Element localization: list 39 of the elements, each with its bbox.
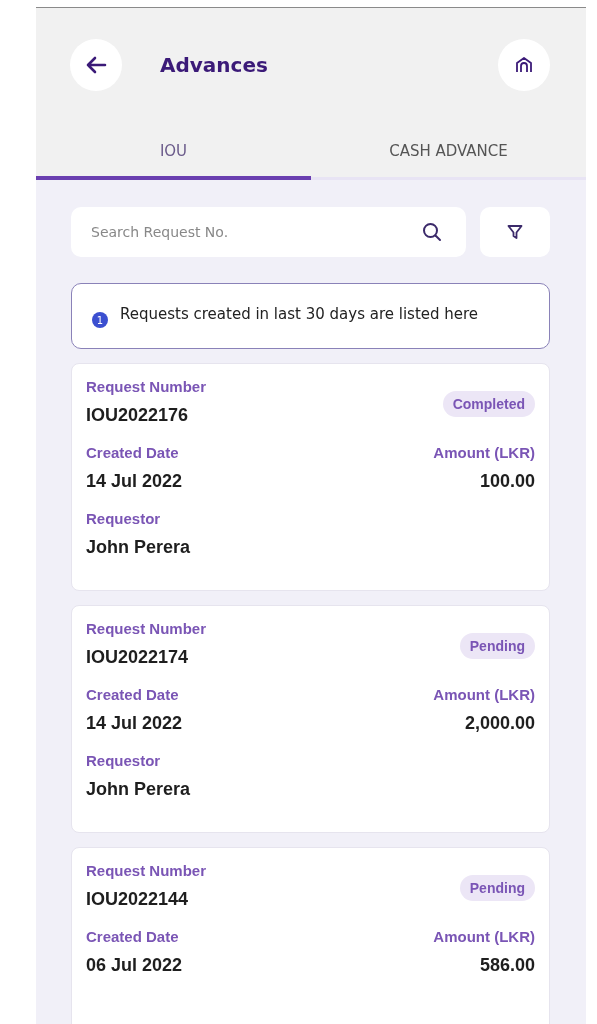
field-label: Request Number — [86, 378, 207, 395]
amount-value: 100.00 — [479, 471, 535, 492]
field-label: Created Date — [86, 686, 180, 703]
field-label: Created Date — [86, 444, 180, 461]
field-label: Requestor — [86, 510, 162, 527]
field-label: Requestor — [86, 752, 162, 769]
tab[interactable]: CASH ADVANCE — [311, 122, 586, 180]
status-tag: Pending — [459, 875, 535, 901]
request-card[interactable]: Request Number IOU2022174 Pending Created Date 14 Jul 2022 Amount (LKR) 2,000.00 Requestor John Perera — [71, 605, 550, 833]
back-arrow-icon — [85, 56, 107, 74]
filter-icon — [507, 224, 523, 240]
search-field[interactable]: Search Request No. — [71, 207, 466, 257]
created-date: 14 Jul 2022 — [86, 471, 183, 492]
requestor-name: John Perera — [86, 779, 192, 800]
back-button[interactable] — [70, 39, 122, 91]
info-badge: 1 — [92, 312, 108, 328]
info-text: Requests created in last 30 days are listed here — [120, 306, 479, 324]
field-label: Amount (LKR) — [433, 928, 535, 945]
created-date: 14 Jul 2022 — [86, 713, 183, 734]
field-label: Request Number — [86, 862, 207, 879]
request-card[interactable]: Request Number IOU2022144 Pending Created Date 06 Jul 2022 Amount (LKR) 586.00 — [71, 847, 550, 1024]
request-card[interactable]: Request Number IOU2022176 Completed Created Date 14 Jul 2022 Amount (LKR) 100.00 Requestor John Perera — [71, 363, 550, 591]
search-icon — [422, 222, 442, 242]
requestor-name: John Perera — [86, 537, 192, 558]
page-title: Advances — [160, 53, 269, 77]
request-number: IOU2022144 — [86, 889, 190, 910]
amount-value: 2,000.00 — [464, 713, 535, 734]
field-label: Request Number — [86, 620, 207, 637]
request-number: IOU2022174 — [86, 647, 190, 668]
home-button[interactable] — [498, 39, 550, 91]
field-label: Amount (LKR) — [433, 686, 535, 703]
created-date: 06 Jul 2022 — [86, 955, 183, 976]
field-label: Amount (LKR) — [433, 444, 535, 461]
request-number: IOU2022176 — [86, 405, 190, 426]
field-label: Created Date — [86, 928, 180, 945]
amount-value: 586.00 — [479, 955, 535, 976]
status-tag: Pending — [459, 633, 535, 659]
home-icon — [515, 56, 533, 74]
status-tag: Completed — [442, 391, 535, 417]
